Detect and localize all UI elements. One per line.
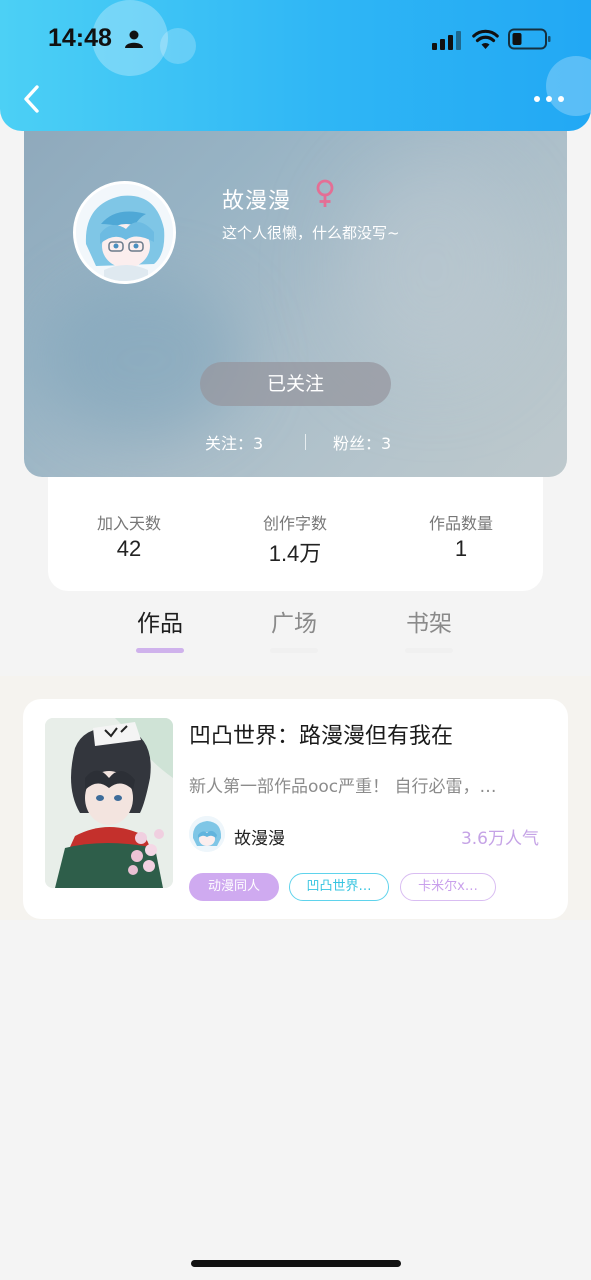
stat-word-count: 创作字数 1.4万 (225, 510, 365, 568)
female-symbol-icon (316, 179, 334, 207)
stat-label: 作品数量 (428, 514, 493, 533)
follow-stats: 关注：3 粉丝：3 (24, 430, 567, 454)
home-indicator[interactable] (191, 1260, 401, 1267)
work-description: 新人第一部作品ooc严重！ 自行必雷，… (189, 777, 497, 797)
top-header: 14:48 (0, 0, 591, 131)
profile-bio: 这个人很懒，什么都没写~ (222, 224, 400, 242)
fans-count[interactable]: 粉丝：3 (333, 430, 391, 454)
tag-chip[interactable]: 卡米尔x… (400, 873, 496, 901)
following-count[interactable]: 关注：3 (205, 430, 263, 454)
tab-bookshelf[interactable]: 书架 (389, 604, 469, 653)
stat-label: 加入天数 (96, 514, 161, 533)
tab-label: 作品 (137, 611, 183, 637)
tab-indicator (270, 648, 318, 653)
stat-value: 42 (116, 536, 142, 561)
stat-value: 1.4万 (268, 541, 322, 566)
stat-value: 1 (454, 536, 468, 561)
work-cover-image[interactable] (45, 718, 173, 888)
author-avatar[interactable] (189, 816, 225, 852)
stat-works-count: 作品数量 1 (391, 510, 531, 562)
author-name[interactable]: 故漫漫 (234, 824, 285, 849)
popularity-count: 3.6万人气 (460, 829, 539, 849)
status-time: 14:48 (48, 24, 112, 52)
wifi-icon (472, 29, 499, 49)
avatar[interactable] (73, 181, 176, 284)
work-title[interactable]: 凹凸世界：路漫漫但有我在 (189, 718, 453, 750)
tab-bar: 作品 广场 书架 (0, 604, 591, 660)
tag-chip[interactable]: 动漫同人 (189, 873, 279, 901)
stat-join-days: 加入天数 42 (59, 510, 199, 562)
tab-indicator (136, 648, 184, 653)
chevron-left-icon[interactable] (18, 84, 48, 114)
avatar-illustration (76, 184, 173, 281)
tab-label: 广场 (271, 611, 317, 637)
battery-icon (508, 28, 551, 50)
person-icon (125, 30, 143, 48)
tab-works[interactable]: 作品 (120, 604, 200, 653)
signal-icon (432, 31, 461, 50)
decorative-bubble (160, 28, 196, 64)
divider (305, 434, 306, 450)
followed-button[interactable]: 已关注 (200, 362, 391, 406)
tab-indicator (405, 648, 453, 653)
tag-chip[interactable]: 凹凸世界… (289, 873, 389, 901)
tab-label: 书架 (406, 611, 452, 637)
profile-name: 故漫漫 (222, 189, 292, 214)
work-card[interactable]: 凹凸世界：路漫漫但有我在 新人第一部作品ooc严重！ 自行必雷，… 故漫漫 3.… (23, 699, 568, 919)
more-dots-icon[interactable] (532, 90, 566, 108)
tab-square[interactable]: 广场 (254, 604, 334, 653)
stats-card: 加入天数 42 创作字数 1.4万 作品数量 1 (48, 470, 543, 591)
cover-illustration (45, 718, 173, 888)
profile-card: 故漫漫 这个人很懒，什么都没写~ 已关注 关注：3 粉丝：3 (24, 100, 567, 477)
stat-label: 创作字数 (262, 514, 327, 533)
